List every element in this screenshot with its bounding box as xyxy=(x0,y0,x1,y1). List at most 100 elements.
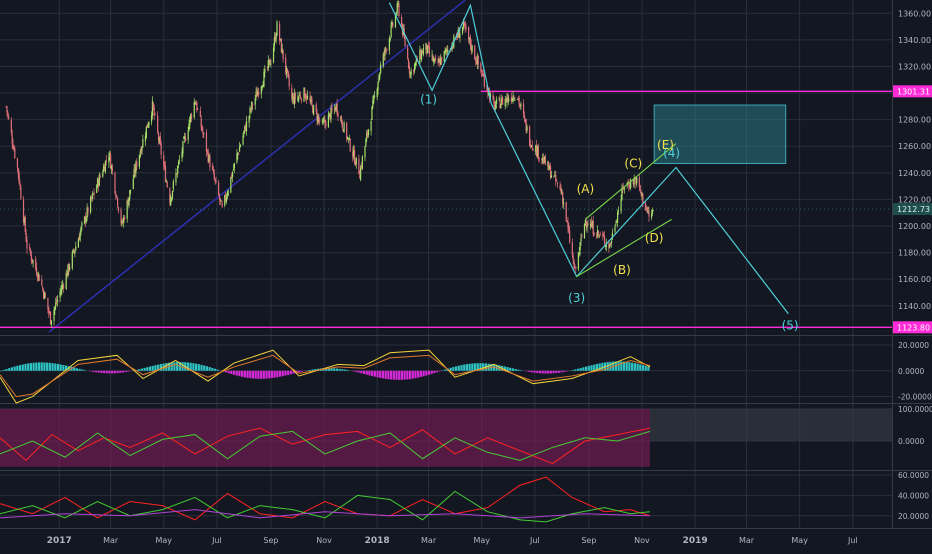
candle-body xyxy=(385,48,386,49)
candle-body xyxy=(139,155,140,167)
candle-body xyxy=(175,173,176,182)
macd-hist-bar xyxy=(198,364,200,371)
candle-body xyxy=(390,38,391,40)
time-tick-label-15: Jul xyxy=(847,536,858,545)
candle-body xyxy=(238,153,239,154)
candle-body xyxy=(609,245,610,247)
candle-body xyxy=(78,239,79,247)
time-tick-label-5: Nov xyxy=(316,536,332,545)
candle-body xyxy=(8,116,9,118)
macd-hist-bar xyxy=(144,368,146,371)
time-tick-label-10: Sep xyxy=(581,536,596,545)
candle-body xyxy=(212,166,213,169)
candle-body xyxy=(12,135,13,144)
macd-hist-bar xyxy=(414,371,416,378)
candle-body xyxy=(397,4,398,13)
candle-body xyxy=(207,150,208,151)
macd-hist-bar xyxy=(339,369,341,371)
price-tick-label-2: 1180.00 xyxy=(898,249,931,258)
candle-body xyxy=(86,218,87,223)
candle-body xyxy=(19,173,20,183)
candle-body xyxy=(364,146,365,157)
candle-body xyxy=(435,57,436,60)
macd-hist-bar xyxy=(249,371,251,378)
macd-hist-bar xyxy=(160,364,162,371)
candle-body xyxy=(474,46,475,60)
macd-hist-bar xyxy=(360,371,362,373)
macd-hist-bar xyxy=(138,369,140,371)
candle-body xyxy=(316,104,317,111)
candle-body xyxy=(593,221,594,234)
macd-hist-bar xyxy=(363,371,365,374)
macd-hist-bar xyxy=(98,371,100,373)
macd-hist-bar xyxy=(246,371,248,378)
candle-body xyxy=(386,49,387,50)
candle-body xyxy=(213,170,214,172)
price-tick-label-5: 1240.00 xyxy=(898,169,931,178)
candle-body xyxy=(429,47,430,54)
candle-body xyxy=(354,150,355,164)
candle-body xyxy=(377,83,378,91)
candle-body xyxy=(593,233,594,235)
macd-hist-bar xyxy=(488,364,490,371)
candle-body xyxy=(54,306,55,310)
candle-body xyxy=(423,48,424,54)
macd-hist-bar xyxy=(73,368,75,371)
candle-body xyxy=(557,183,558,184)
candle-body xyxy=(133,179,134,189)
candle-body xyxy=(157,116,158,133)
candle-body xyxy=(347,137,348,138)
candle-body xyxy=(298,96,299,98)
chart-canvas[interactable]: (2)(1)(3)(4)(5)(A)(B)(C)(D)(E)1140.00116… xyxy=(0,0,932,550)
macd-hist-bar xyxy=(252,371,254,379)
macd-hist-bar xyxy=(528,371,530,372)
macd-hist-bar xyxy=(95,371,97,372)
candle-body xyxy=(319,120,320,121)
candle-body xyxy=(611,241,612,244)
time-tick-label-12: 2019 xyxy=(683,536,708,546)
macd-hist-bar xyxy=(111,371,113,374)
candle-body xyxy=(311,98,312,104)
macd-hist-bar xyxy=(176,362,178,371)
candle-body xyxy=(569,231,570,243)
candle-body xyxy=(513,98,514,99)
level-badge-1: 1123.80 xyxy=(897,323,930,332)
candle-body xyxy=(508,99,509,101)
price-tick-label-0: 1140.00 xyxy=(898,302,931,311)
macd-hist-bar xyxy=(274,371,276,378)
time-tick-label-0: 2017 xyxy=(47,536,72,546)
macd-hist-bar xyxy=(571,370,573,371)
candle-body xyxy=(7,112,8,115)
macd-hist-bar xyxy=(574,369,576,370)
candle-body xyxy=(276,22,277,36)
candle-body xyxy=(478,56,479,64)
candle-body xyxy=(141,147,142,151)
macd-hist-bar xyxy=(43,362,45,370)
candle-body xyxy=(102,172,103,176)
macd-hist-bar xyxy=(599,363,601,370)
candle-body xyxy=(214,173,215,179)
macd-hist-bar xyxy=(230,371,232,374)
candle-body xyxy=(239,147,240,152)
macd-hist-bar xyxy=(60,364,62,370)
candle-body xyxy=(342,122,343,128)
candle-body xyxy=(26,240,27,248)
candle-body xyxy=(148,122,149,126)
candle-body xyxy=(279,24,280,41)
candle-body xyxy=(60,290,61,293)
macd-tick-label-0: 20.0000 xyxy=(898,341,929,350)
candle-body xyxy=(475,59,476,61)
candle-body xyxy=(587,225,588,227)
dmi-tick-label-1: 40.0000 xyxy=(898,491,929,500)
candle-body xyxy=(553,176,554,177)
candle-body xyxy=(163,156,164,167)
macd-hist-bar xyxy=(417,371,419,378)
macd-hist-bar xyxy=(517,370,519,371)
candle-body xyxy=(370,121,371,131)
time-tick-label-1: Mar xyxy=(103,536,119,545)
macd-hist-bar xyxy=(382,371,384,379)
candle-body xyxy=(331,108,332,111)
candle-body xyxy=(41,280,42,286)
macd-hist-bar xyxy=(620,361,622,370)
candle-body xyxy=(147,125,148,127)
